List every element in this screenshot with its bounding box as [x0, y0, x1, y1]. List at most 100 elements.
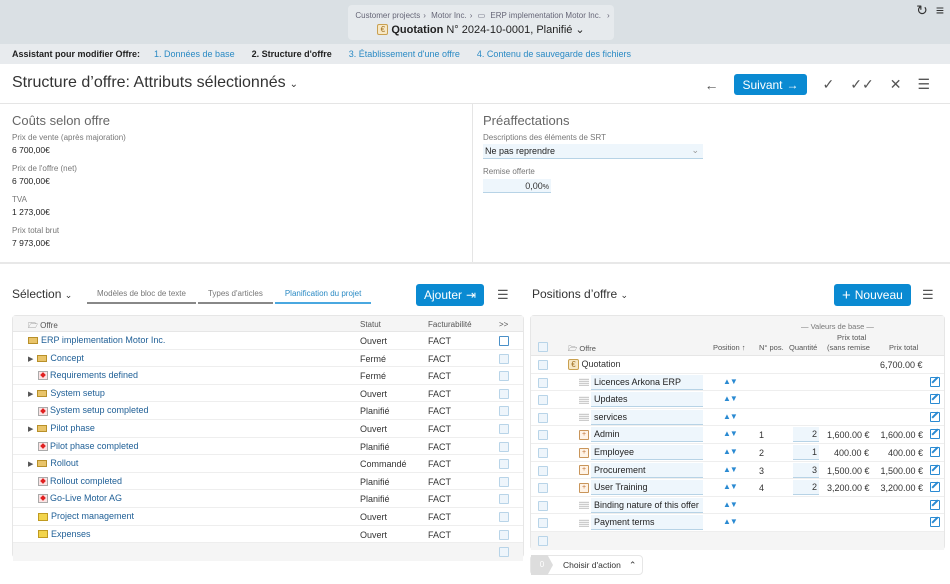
column-facturabilite[interactable]: Facturabilité	[428, 320, 472, 329]
row-name[interactable]: System setup completed	[50, 405, 149, 415]
row-name[interactable]: Expenses	[51, 529, 91, 539]
move-up-down-icon[interactable]: ▲▼	[723, 447, 738, 456]
table-row[interactable]: Requirements defined Fermé FACT	[13, 367, 523, 385]
checkbox[interactable]	[499, 353, 509, 364]
table-row[interactable]: + Employee ▲▼ 2 1 400.00 € 400.00 €	[531, 444, 944, 462]
refresh-icon[interactable]: ↻	[916, 2, 928, 19]
edit-icon[interactable]	[930, 411, 940, 422]
table-row[interactable]: Binding nature of this offer ▲▼	[531, 497, 944, 515]
chevron-down-icon[interactable]: ⌄	[290, 79, 298, 90]
expand-icon[interactable]: ▶	[28, 426, 33, 433]
chevron-up-icon[interactable]: ⌃	[629, 560, 637, 571]
double-check-icon[interactable]: ✓✓	[850, 76, 873, 93]
row-name[interactable]: System setup	[50, 388, 105, 398]
tab-text-templates[interactable]: Modèles de bloc de texte	[87, 287, 196, 304]
column-npos[interactable]: N° pos.	[759, 343, 784, 352]
checkbox[interactable]	[499, 459, 509, 470]
wizard-step-3[interactable]: 3. Établissement d'une offre	[349, 49, 460, 59]
wizard-step-2[interactable]: 2. Structure d'offre	[252, 49, 332, 59]
row-name-input[interactable]: Payment terms	[591, 515, 703, 531]
checkbox[interactable]	[499, 388, 509, 399]
table-row[interactable]: services ▲▼	[531, 409, 944, 427]
checkbox[interactable]	[499, 476, 509, 487]
table-row[interactable]: Expenses Ouvert FACT	[13, 526, 523, 544]
checkbox[interactable]	[499, 441, 509, 452]
discount-input[interactable]: 0,00%	[483, 179, 551, 193]
row-name-input[interactable]: Procurement	[591, 462, 703, 478]
row-name-input[interactable]: Employee	[591, 444, 703, 460]
select-all-checkbox[interactable]	[538, 342, 548, 352]
checkbox[interactable]	[499, 547, 509, 558]
table-row[interactable]: Project management Ouvert FACT	[13, 508, 523, 526]
column-offre[interactable]: 🗁 Offre	[568, 343, 596, 356]
move-up-down-icon[interactable]: ▲▼	[723, 500, 738, 509]
table-row[interactable]: + User Training ▲▼ 4 2 3,200.00 € 3,200.…	[531, 479, 944, 497]
move-up-down-icon[interactable]: ▲▼	[723, 377, 738, 386]
wizard-step-4[interactable]: 4. Contenu de sauvegarde des fichiers	[477, 49, 631, 59]
table-row[interactable]: ▶ Pilot phase Ouvert FACT	[13, 420, 523, 438]
breadcrumb-item[interactable]: ▭ ERP implementation Motor Inc.	[478, 11, 604, 20]
row-name[interactable]: Rollout completed	[50, 476, 122, 486]
column-statut[interactable]: Statut	[360, 320, 381, 329]
column-position[interactable]: Position ↑	[713, 343, 746, 352]
settings-sliders-icon[interactable]: ☰	[922, 287, 934, 303]
row-name[interactable]: Pilot phase	[50, 423, 95, 433]
row-name-input[interactable]: services	[591, 409, 703, 425]
expand-icon[interactable]: ▶	[28, 356, 33, 363]
tab-project-planning[interactable]: Planification du projet	[274, 287, 372, 304]
edit-icon[interactable]	[930, 482, 940, 493]
new-button[interactable]: + Nouveau	[834, 284, 911, 306]
checkbox[interactable]	[538, 465, 548, 476]
edit-icon[interactable]	[930, 394, 940, 405]
row-name-input[interactable]: Licences Arkona ERP	[591, 374, 703, 390]
table-row[interactable]: Go-Live Motor AG Planifié FACT	[13, 490, 523, 508]
table-row-root[interactable]: € Quotation 6,700.00 €	[531, 356, 944, 374]
breadcrumb-item[interactable]: Motor Inc.	[431, 11, 467, 20]
checkbox[interactable]	[538, 360, 548, 370]
add-button[interactable]: Ajouter ⇥	[416, 284, 485, 306]
move-up-down-icon[interactable]: ▲▼	[723, 517, 738, 526]
checkbox[interactable]	[538, 412, 548, 423]
checkbox[interactable]	[538, 483, 548, 494]
table-row[interactable]: ▶ Concept Fermé FACT	[13, 350, 523, 368]
checkbox[interactable]	[538, 500, 548, 511]
checkbox[interactable]	[538, 535, 548, 546]
row-name[interactable]: Go-Live Motor AG	[50, 493, 122, 503]
row-name[interactable]: ERP implementation Motor Inc.	[41, 335, 165, 345]
row-name-input[interactable]: Admin	[591, 427, 703, 443]
row-name-input[interactable]: Binding nature of this offer	[591, 497, 703, 513]
table-row[interactable]: Payment terms ▲▼	[531, 514, 944, 532]
edit-icon[interactable]	[930, 429, 940, 440]
quantity-input[interactable]: 2	[793, 427, 819, 443]
settings-sliders-icon[interactable]: ☰	[497, 287, 509, 303]
breadcrumb-item[interactable]: Customer projects	[355, 11, 420, 20]
wizard-step-1[interactable]: 1. Données de base	[154, 49, 235, 59]
table-row[interactable]: + Admin ▲▼ 1 2 1,600.00 € 1,600.00 €	[531, 426, 944, 444]
column-quantite[interactable]: Quantité	[789, 343, 817, 352]
checkbox[interactable]	[499, 371, 509, 382]
move-up-down-icon[interactable]: ▲▼	[723, 412, 738, 421]
table-row[interactable]: + Procurement ▲▼ 3 3 1,500.00 € 1,500.00…	[531, 462, 944, 480]
back-arrow-icon[interactable]: ←	[704, 77, 718, 93]
table-row[interactable]: Licences Arkona ERP ▲▼	[531, 374, 944, 392]
checkbox[interactable]	[499, 511, 509, 522]
chevron-down-icon[interactable]: ⌄	[575, 23, 584, 36]
positions-title[interactable]: Positions d’offre ⌄	[532, 287, 628, 301]
edit-icon[interactable]	[930, 499, 940, 510]
row-name[interactable]: Project management	[51, 511, 134, 521]
row-name[interactable]: Requirements defined	[50, 370, 138, 380]
row-name[interactable]: Concept	[50, 353, 84, 363]
table-row[interactable]: Pilot phase completed Planifié FACT	[13, 438, 523, 456]
checkbox[interactable]	[499, 423, 509, 434]
row-name-input[interactable]: Updates	[591, 392, 703, 408]
settings-sliders-icon[interactable]: ☰	[917, 76, 930, 93]
edit-icon[interactable]	[930, 464, 940, 475]
move-up-down-icon[interactable]: ▲▼	[723, 394, 738, 403]
column-prix-sans-remise[interactable]: Prix total	[837, 333, 866, 342]
expand-icon[interactable]: ▶	[28, 461, 33, 468]
page-title[interactable]: Structure d’offre: Attributs sélectionné…	[12, 74, 298, 92]
srt-select[interactable]: Ne pas reprendre ⌄	[483, 144, 703, 159]
checkbox[interactable]	[538, 395, 548, 406]
table-row[interactable]: Updates ▲▼	[531, 391, 944, 409]
table-row[interactable]: ERP implementation Motor Inc. Ouvert FAC…	[13, 332, 523, 350]
